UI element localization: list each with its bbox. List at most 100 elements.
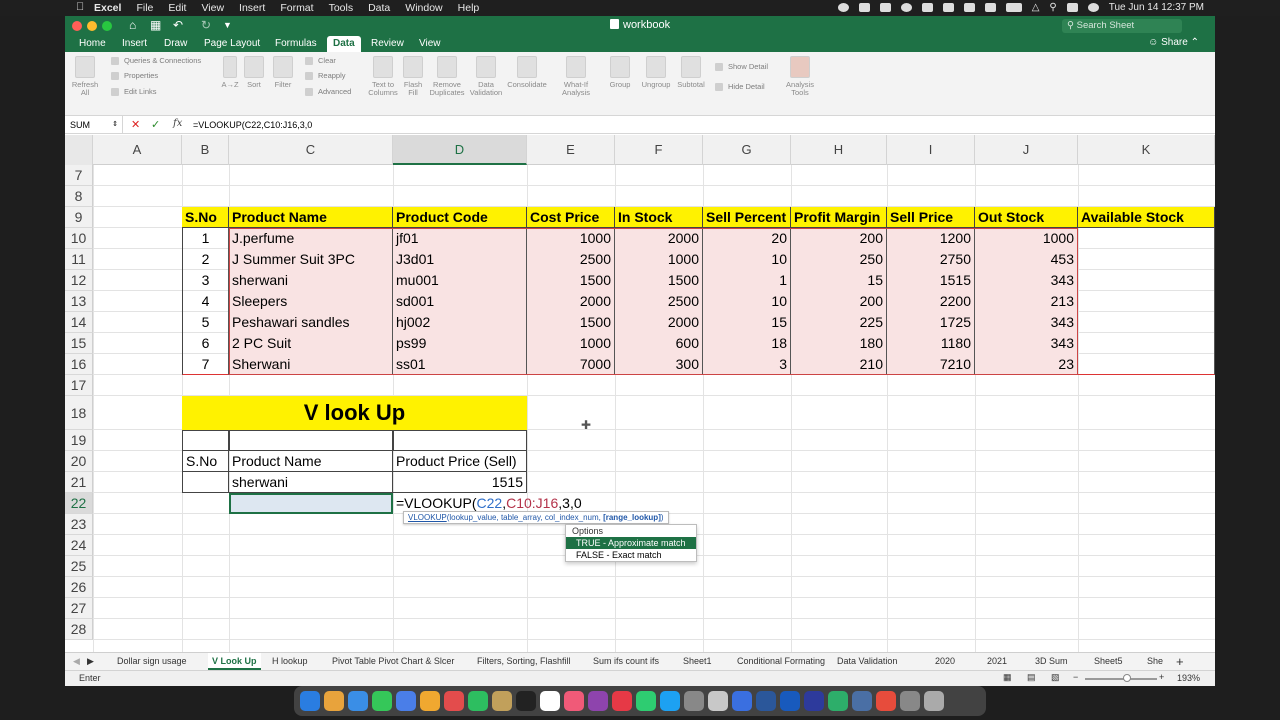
undo-icon[interactable]: ↶ — [173, 18, 183, 32]
data-validation-button[interactable]: Data Validation — [469, 56, 503, 97]
home-icon[interactable]: ⌂ — [129, 18, 136, 32]
tab-insert[interactable]: Insert — [116, 36, 153, 52]
table-cell[interactable]: 6 — [182, 333, 229, 354]
wifi-icon[interactable]: △ — [1032, 2, 1040, 13]
table-cell[interactable]: ss01 — [393, 354, 527, 375]
page-break-view-icon[interactable]: ▧ — [1051, 672, 1060, 683]
table-cell[interactable]: 453 — [975, 249, 1078, 270]
share-button[interactable]: ☺ Share ⌃ — [1148, 37, 1199, 48]
row-header-12[interactable]: 12 — [65, 270, 93, 291]
dock-app-icon[interactable] — [804, 691, 824, 711]
table-cell[interactable]: 343 — [975, 333, 1078, 354]
table-cell[interactable]: 1180 — [887, 333, 975, 354]
sort-ascending-button[interactable]: A→Z — [220, 56, 240, 89]
table-cell[interactable]: 250 — [791, 249, 887, 270]
sheet-tab[interactable]: V Look Up — [208, 653, 261, 670]
sheet-tab[interactable]: 3D Sum — [1035, 653, 1068, 670]
table-cell[interactable]: sherwani — [229, 270, 393, 291]
page-layout-view-icon[interactable]: ▤ — [1027, 672, 1036, 683]
table-cell[interactable] — [1078, 312, 1215, 333]
table-cell[interactable]: 20 — [703, 228, 791, 249]
dock-app-icon[interactable] — [348, 691, 368, 711]
flash-fill-button[interactable]: Flash Fill — [401, 56, 425, 97]
table-cell[interactable]: 18 — [703, 333, 791, 354]
row-header-23[interactable]: 23 — [65, 514, 93, 535]
cell-edit-formula[interactable]: =VLOOKUP(C22,C10:J16,3,0 — [396, 493, 582, 513]
dock-app-icon[interactable] — [396, 691, 416, 711]
properties-button[interactable]: Properties — [111, 71, 158, 80]
table-cell[interactable]: 1200 — [887, 228, 975, 249]
table-cell[interactable]: 7 — [182, 354, 229, 375]
close-window-button[interactable] — [72, 21, 82, 31]
table-cell[interactable]: 2 PC Suit — [229, 333, 393, 354]
row-header-9[interactable]: 9 — [65, 207, 93, 228]
table-cell[interactable] — [1078, 333, 1215, 354]
menu-app-name[interactable]: Excel — [94, 2, 121, 14]
table-cell[interactable]: 1000 — [975, 228, 1078, 249]
column-header-i[interactable]: I — [887, 135, 975, 165]
row-header-8[interactable]: 8 — [65, 186, 93, 207]
row-header-15[interactable]: 15 — [65, 333, 93, 354]
dock-app-icon[interactable] — [732, 691, 752, 711]
column-header-b[interactable]: B — [182, 135, 229, 165]
menu-format[interactable]: Format — [280, 2, 313, 14]
sheet-tab[interactable]: Sum ifs count ifs — [593, 653, 659, 670]
group-button[interactable]: Group — [607, 56, 633, 89]
column-header-g[interactable]: G — [703, 135, 791, 165]
zoom-slider[interactable] — [1085, 678, 1157, 680]
tab-draw[interactable]: Draw — [158, 36, 193, 52]
table-cell[interactable]: sd001 — [393, 291, 527, 312]
hide-detail-button[interactable]: Hide Detail — [715, 82, 765, 91]
row-header-25[interactable]: 25 — [65, 556, 93, 577]
row-header-22[interactable]: 22 — [65, 493, 93, 514]
dock-app-icon[interactable] — [540, 691, 560, 711]
consolidate-button[interactable]: Consolidate — [505, 56, 549, 89]
insert-function-icon[interactable]: fx — [173, 118, 182, 129]
status-app-icon[interactable] — [900, 3, 912, 12]
worksheet-grid[interactable]: A B C D E F G H I J K 7 8 9 10 11 12 13 14 15 16 1… — [65, 135, 1215, 665]
normal-view-icon[interactable]: ▦ — [1003, 672, 1012, 683]
table-cell[interactable]: 23 — [975, 354, 1078, 375]
table-cell[interactable]: 2500 — [527, 249, 615, 270]
table-header-cell[interactable]: Profit Margin — [791, 207, 887, 228]
tooltip-function-name[interactable]: VLOOKUP — [408, 513, 447, 522]
row-header-21[interactable]: 21 — [65, 472, 93, 493]
table-cell[interactable]: 2000 — [615, 228, 703, 249]
table-cell[interactable]: 2750 — [887, 249, 975, 270]
save-icon[interactable]: ▦ — [150, 18, 161, 32]
table-cell[interactable]: 5 — [182, 312, 229, 333]
menu-window[interactable]: Window — [405, 2, 442, 14]
vlookup-title[interactable]: V look Up — [182, 396, 527, 430]
dock-app-icon[interactable] — [756, 691, 776, 711]
table-header-cell[interactable]: Product Name — [229, 207, 393, 228]
table-cell[interactable]: 7210 — [887, 354, 975, 375]
table-cell[interactable]: Sherwani — [229, 354, 393, 375]
table-cell[interactable]: hj002 — [393, 312, 527, 333]
table-header-cell[interactable]: Sell Percent — [703, 207, 791, 228]
table-cell[interactable]: 1500 — [615, 270, 703, 291]
column-header-e[interactable]: E — [527, 135, 615, 165]
table-cell[interactable]: Peshawari sandles — [229, 312, 393, 333]
table-cell[interactable]: 2000 — [527, 291, 615, 312]
sheet-tab[interactable]: Sheet5 — [1094, 653, 1123, 670]
row-header-7[interactable]: 7 — [65, 165, 93, 186]
minimize-window-button[interactable] — [87, 21, 97, 31]
record-icon[interactable] — [837, 3, 849, 12]
dock-app-icon[interactable] — [324, 691, 344, 711]
dock-app-icon[interactable] — [612, 691, 632, 711]
row-header-16[interactable]: 16 — [65, 354, 93, 375]
table-cell[interactable]: 200 — [791, 228, 887, 249]
tab-data[interactable]: Data — [327, 36, 361, 52]
column-header-h[interactable]: H — [791, 135, 887, 165]
spotlight-icon[interactable]: ⚲ — [1049, 2, 1056, 13]
control-center-icon[interactable] — [1066, 3, 1078, 12]
table-cell[interactable]: Sleepers — [229, 291, 393, 312]
tab-home[interactable]: Home — [73, 36, 112, 52]
row-header-10[interactable]: 10 — [65, 228, 93, 249]
row-header-14[interactable]: 14 — [65, 312, 93, 333]
lookup-header-price[interactable]: Product Price (Sell) — [393, 451, 527, 472]
dock-app-icon[interactable] — [780, 691, 800, 711]
lookup-sno-cell[interactable] — [182, 472, 229, 493]
table-header-cell[interactable]: S.No — [182, 207, 229, 228]
row-header-28[interactable]: 28 — [65, 619, 93, 640]
